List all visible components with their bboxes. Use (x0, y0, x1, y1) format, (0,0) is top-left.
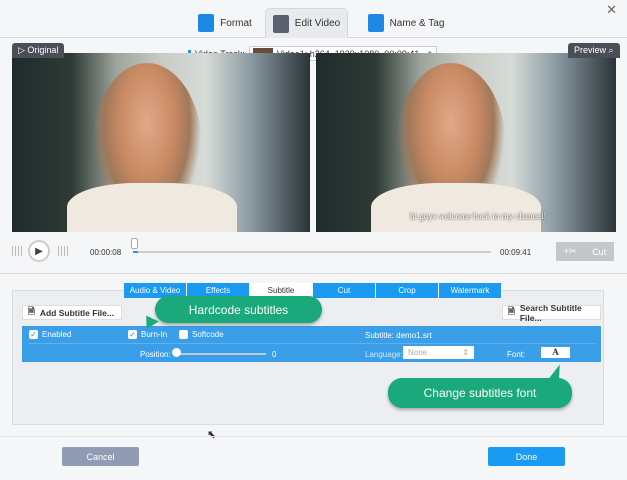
hardcode-callout: Hardcode subtitles (155, 296, 322, 323)
check-icon: ✓ (29, 330, 38, 340)
row-divider (28, 343, 595, 344)
tab-label: Format (220, 17, 252, 29)
enabled-label: Enabled (42, 330, 72, 339)
check-icon: ✓ (128, 330, 137, 340)
name-tag-icon (367, 14, 384, 32)
position-handle[interactable] (172, 348, 181, 357)
next-frame-icon[interactable] (58, 246, 68, 256)
original-label: ▷ Original (12, 43, 65, 58)
search-subtitle-button[interactable]: 🗎 Search Subtitle File... (502, 302, 601, 323)
tab-name-tag[interactable]: Name & Tag (366, 8, 446, 38)
preview-video: hi guys welcome back to my channel! (316, 53, 616, 232)
prev-frame-icon[interactable] (12, 246, 22, 256)
language-select[interactable]: None ⇕ (403, 346, 474, 359)
subtitle-file: Subtitle: demo1.srt (365, 331, 432, 340)
enabled-checkbox[interactable]: ✓ Enabled (29, 330, 72, 340)
spinner-icon: ⇕ (462, 348, 469, 357)
add-subtitle-button[interactable]: 🗎 Add Subtitle File... (22, 305, 122, 320)
font-callout: Change subtitles font (388, 378, 572, 408)
softcode-label: Softcode (192, 330, 224, 339)
zoom-icon: ⌕ (608, 45, 614, 55)
cut-button[interactable]: +✂ Cut (556, 242, 614, 261)
scissors-icon: +✂ (563, 246, 577, 256)
person-dress (371, 183, 541, 232)
current-time: 00:00:08 (90, 248, 122, 257)
done-button[interactable]: Done (488, 447, 565, 466)
edit-video-icon (272, 14, 289, 33)
font-button[interactable]: A (541, 347, 570, 358)
language-value: None (408, 348, 428, 357)
close-icon[interactable]: ✕ (606, 2, 617, 18)
preview-text: Preview (574, 45, 607, 55)
position-label: Position: (140, 350, 171, 359)
softcode-checkbox[interactable]: Softcode (179, 330, 224, 340)
person-dress (67, 183, 237, 232)
footer-divider (0, 436, 627, 437)
subtitle-overlay: hi guys welcome back to my channel! (410, 211, 547, 221)
format-icon (198, 14, 215, 32)
cut-label: Cut (592, 246, 607, 257)
original-text: Original (27, 45, 59, 55)
language-label: Language: (365, 350, 403, 359)
section-divider (0, 273, 627, 274)
tab-label: Name & Tag (389, 17, 445, 29)
tab-label: Edit Video (294, 18, 341, 29)
progress-handle[interactable] (131, 238, 138, 249)
position-value: 0 (272, 350, 277, 359)
progress-fill (133, 251, 138, 253)
add-file-icon: 🗎 (28, 305, 35, 316)
cursor-icon: ⬉ (207, 429, 217, 441)
font-label: Font: (507, 350, 526, 359)
cancel-button[interactable]: Cancel (62, 447, 139, 466)
search-file-icon: 🗎 (508, 305, 515, 316)
tab-edit-video[interactable]: Edit Video (265, 8, 348, 38)
subtitle-row: ✓ Enabled ✓ Burn-In Softcode Subtitle: dem… (22, 326, 601, 362)
progress-track[interactable] (133, 251, 491, 253)
tab-watermark[interactable]: Watermark (439, 283, 502, 298)
tab-cut[interactable]: Cut (313, 283, 376, 298)
original-video (12, 53, 310, 232)
total-time: 00:09:41 (500, 248, 532, 257)
preview-label: Preview ⌕ (568, 43, 620, 58)
tab-crop[interactable]: Crop (376, 283, 439, 298)
add-subtitle-label: Add Subtitle File... (39, 307, 114, 318)
play-button[interactable]: ▶ (28, 240, 50, 262)
checkbox-empty-icon (179, 330, 188, 340)
burnin-checkbox[interactable]: ✓ Burn-In (128, 330, 167, 340)
tab-format[interactable]: Format (190, 8, 260, 38)
position-slider[interactable] (176, 353, 266, 355)
search-subtitle-label: Search Subtitle File... (519, 302, 582, 323)
